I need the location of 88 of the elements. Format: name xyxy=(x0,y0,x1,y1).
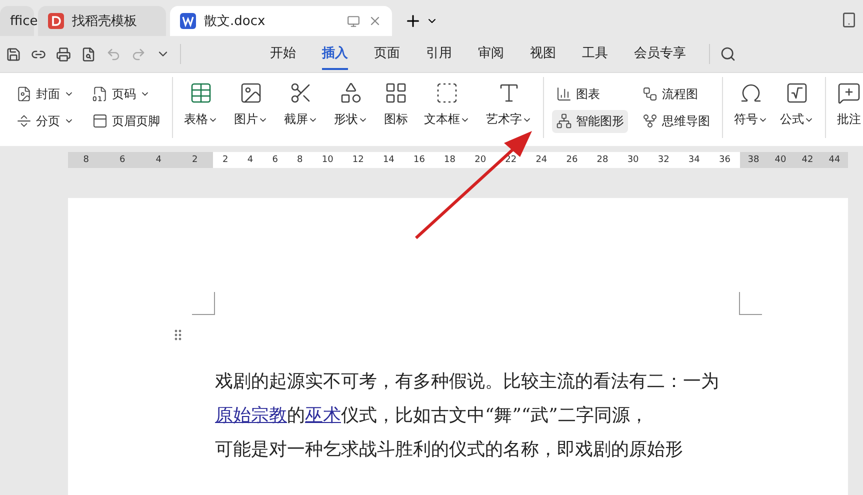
chart-icon xyxy=(556,86,572,102)
ruler-number: 32 xyxy=(658,155,670,165)
ruler-number: 18 xyxy=(444,155,456,165)
ribbon-button[interactable]: 分页 xyxy=(12,110,78,132)
document-tab[interactable]: 散文.docx xyxy=(170,6,392,36)
margin-corner-mark xyxy=(739,292,762,315)
ribbon-tab[interactable]: 引用 xyxy=(426,38,452,70)
ribbon-button[interactable]: 页眉页脚 xyxy=(88,110,164,132)
image-icon xyxy=(239,81,263,105)
ruler-number: 24 xyxy=(536,155,548,165)
ribbon-button[interactable]: 公式 xyxy=(777,77,817,138)
print-preview-icon[interactable] xyxy=(81,46,96,62)
paragraph-line: 原始宗教的巫术仪式，比如古文中“舞”“武”二字同源， xyxy=(215,404,649,427)
ribbon-button[interactable]: 批注 xyxy=(834,77,863,138)
ribbon-button[interactable]: 图片 xyxy=(231,77,271,138)
ribbon-button[interactable]: 艺术字 xyxy=(483,77,535,138)
tab-title: 找稻壳模板 xyxy=(72,13,138,30)
new-tab-icon[interactable] xyxy=(404,12,422,30)
ruler-number: 44 xyxy=(828,155,840,165)
print-icon[interactable] xyxy=(56,46,71,62)
ruler-number: 38 xyxy=(748,155,760,165)
page-break-icon xyxy=(16,113,32,129)
ruler-number: 10 xyxy=(322,155,334,165)
text-link[interactable]: 巫术 xyxy=(305,405,341,426)
ribbon-tab[interactable]: 会员专享 xyxy=(634,38,686,70)
ribbon-button[interactable]: 封面 xyxy=(12,82,78,106)
document-tab[interactable]: 找稻壳模板 xyxy=(38,6,166,36)
page-number-icon xyxy=(92,86,108,102)
ribbon-button[interactable]: 流程图 xyxy=(638,82,714,106)
ribbon-button[interactable]: 表格 xyxy=(181,77,221,138)
ribbon-button[interactable]: 形状 xyxy=(331,77,371,138)
ribbon-button[interactable]: 符号 xyxy=(731,77,771,138)
ruler-number: 8 xyxy=(297,155,303,165)
close-icon[interactable] xyxy=(368,14,382,28)
mind-map-icon xyxy=(642,113,658,129)
ruler-number: 12 xyxy=(352,155,364,165)
ruler-number: 28 xyxy=(596,155,608,165)
ribbon-button[interactable]: 截屏 xyxy=(281,77,321,138)
ruler-number: 6 xyxy=(120,155,126,165)
paragraph-line: 戏剧的起源实不可考，有多种假说。比较主流的看法有二：一为 xyxy=(215,370,720,393)
ribbon-tab[interactable]: 审阅 xyxy=(478,38,504,70)
ruler-number: 8 xyxy=(83,155,89,165)
ribbon-tab[interactable]: 工具 xyxy=(582,38,608,70)
tab-title: 散文.docx xyxy=(204,13,266,30)
save-icon[interactable] xyxy=(6,46,21,62)
ribbon-button[interactable]: 图表 xyxy=(552,82,628,106)
text-box-icon xyxy=(435,81,459,105)
monitor-icon[interactable] xyxy=(347,14,360,28)
shapes-icon xyxy=(339,81,363,105)
ruler-number: 16 xyxy=(414,155,425,165)
ruler-number: 6 xyxy=(272,155,278,165)
flowchart-icon xyxy=(642,86,658,102)
ruler-number: 4 xyxy=(247,155,254,165)
ruler-number: 36 xyxy=(718,155,730,165)
ribbon-button[interactable]: 思维导图 xyxy=(638,110,714,132)
ribbon-button[interactable]: 页码 xyxy=(88,82,164,106)
ribbon-button[interactable]: 智能图形 xyxy=(552,110,628,132)
header-footer-icon xyxy=(92,113,108,129)
ribbon-tab[interactable]: 视图 xyxy=(530,38,556,70)
ruler-number: 4 xyxy=(156,155,162,165)
ruler-number: 42 xyxy=(802,155,814,165)
cover-page-icon xyxy=(16,86,32,102)
ribbon-tab[interactable]: 开始 xyxy=(270,38,296,70)
ribbon-tab[interactable]: 插入 xyxy=(322,38,348,70)
comment-plus-icon xyxy=(837,81,861,105)
ruler-number: 30 xyxy=(627,155,639,165)
grid-icon xyxy=(384,81,408,105)
ribbon-button[interactable]: 文本框 xyxy=(421,77,473,138)
table-icon xyxy=(189,81,213,105)
ruler-number: 34 xyxy=(688,155,700,165)
drag-handle-icon[interactable] xyxy=(174,329,182,341)
ruler-number: 2 xyxy=(192,155,198,165)
writer-logo-icon xyxy=(180,13,196,29)
paragraph-line: 可能是对一种乞求战斗胜利的仪式的名称，即戏剧的原始形 xyxy=(215,438,684,461)
radical-icon xyxy=(785,81,809,105)
margin-corner-mark xyxy=(192,292,215,315)
tablet-icon[interactable] xyxy=(841,12,857,28)
ruler-number: 20 xyxy=(474,155,486,165)
ruler-number: 26 xyxy=(566,155,578,165)
ribbon-tab[interactable]: 页面 xyxy=(374,38,400,70)
ruler-number: 14 xyxy=(382,155,394,165)
search-icon[interactable] xyxy=(720,46,736,62)
docer-logo-icon xyxy=(48,13,64,29)
smart-graphic-icon xyxy=(556,113,572,129)
ruler-number: 40 xyxy=(774,155,786,165)
ribbon-button[interactable]: 图标 xyxy=(381,77,411,138)
ruler-number: 2 xyxy=(222,155,228,165)
text-link[interactable]: 原始宗教 xyxy=(215,405,287,426)
